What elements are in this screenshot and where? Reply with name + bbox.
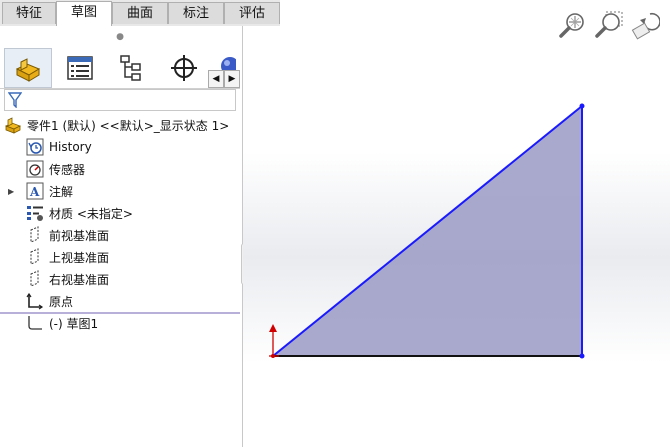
manager-toolbar	[0, 48, 240, 89]
tree-item-label: 材质 <未指定>	[49, 206, 133, 221]
heads-up-view-toolbar	[556, 8, 670, 44]
plane-icon	[26, 248, 44, 266]
plane-icon	[26, 270, 44, 288]
configuration-manager-tab[interactable]	[108, 48, 156, 88]
feature-manager-icon	[15, 58, 41, 82]
tree-root-label: 零件1 (默认) <<默认>_显示状态 1>	[27, 118, 230, 133]
feature-manager-tab[interactable]	[4, 48, 52, 88]
tree-item-right-plane[interactable]: 右视基准面	[26, 268, 109, 290]
tab-evaluate[interactable]: 评估	[224, 2, 280, 24]
sketch-canvas	[269, 103, 585, 359]
tree-item-label: 前视基准面	[49, 228, 110, 243]
previous-view-icon	[631, 12, 660, 40]
property-manager-icon	[67, 56, 93, 80]
tab-dimensions[interactable]: 标注	[168, 2, 224, 24]
tree-filter-field[interactable]	[4, 89, 236, 111]
sketch-point-corner[interactable]	[579, 353, 585, 359]
expand-arrow-icon[interactable]: ▶	[8, 187, 14, 196]
zoom-to-fit-button[interactable]	[556, 8, 590, 42]
tree-item-front-plane[interactable]: 前视基准面	[26, 224, 109, 246]
origin-icon	[26, 292, 44, 310]
dimxpert-manager-icon	[171, 55, 197, 81]
history-icon	[26, 138, 44, 156]
tree-item-annotations[interactable]: ▶ A 注解	[8, 180, 74, 202]
tree-item-label: 右视基准面	[49, 272, 110, 287]
tree-item-label: 上视基准面	[49, 250, 110, 265]
plane-icon	[26, 226, 44, 244]
scroll-left-button[interactable]: ◀	[208, 70, 224, 88]
part-icon	[4, 116, 22, 134]
tree-item-sketch1[interactable]: (-) 草图1	[26, 312, 98, 334]
filter-icon	[8, 92, 22, 108]
tree-item-history[interactable]: History	[26, 136, 92, 158]
toolbar-scroll: ◀ ▶	[208, 70, 240, 88]
feature-manager-panel: ● ◀ ▶ 零件1 (默认) <<默认>_显示状态 1> History 传感器…	[0, 26, 243, 447]
tab-surfaces[interactable]: 曲面	[112, 2, 168, 24]
material-icon	[26, 204, 44, 222]
tree-item-label: History	[49, 140, 92, 154]
tree-item-sensors[interactable]: 传感器	[26, 158, 85, 180]
sketch-icon	[26, 314, 44, 332]
rollback-bar[interactable]	[0, 312, 240, 314]
panel-grip[interactable]: ●	[0, 26, 240, 48]
tree-item-label: 传感器	[49, 162, 86, 177]
dimxpert-manager-tab[interactable]	[160, 48, 208, 88]
property-manager-tab[interactable]	[56, 48, 104, 88]
command-manager-tabs: 特征 草图 曲面 标注 评估	[0, 0, 280, 27]
configuration-manager-icon	[120, 55, 141, 81]
tree-item-label: 原点	[49, 294, 74, 309]
tree-root-part[interactable]: 零件1 (默认) <<默认>_显示状态 1>	[4, 114, 229, 136]
scroll-right-button[interactable]: ▶	[224, 70, 240, 88]
previous-view-button[interactable]	[628, 8, 662, 42]
tree-item-top-plane[interactable]: 上视基准面	[26, 246, 109, 268]
zoom-to-area-icon	[595, 11, 623, 38]
sensor-icon	[26, 160, 44, 178]
tab-features[interactable]: 特征	[2, 2, 56, 24]
svg-text:A: A	[29, 185, 40, 199]
tab-sketch[interactable]: 草图	[56, 1, 112, 27]
annotation-icon: A	[26, 182, 44, 200]
graphics-area[interactable]	[243, 26, 670, 447]
tree-item-origin[interactable]: 原点	[26, 290, 73, 312]
sketch-point-top[interactable]	[579, 103, 585, 109]
tree-item-material[interactable]: 材质 <未指定>	[26, 202, 133, 224]
zoom-to-fit-icon	[559, 13, 584, 38]
tree-item-label: 注解	[49, 184, 74, 199]
zoom-to-area-button[interactable]	[592, 8, 626, 42]
tree-item-label: (-) 草图1	[49, 316, 99, 331]
